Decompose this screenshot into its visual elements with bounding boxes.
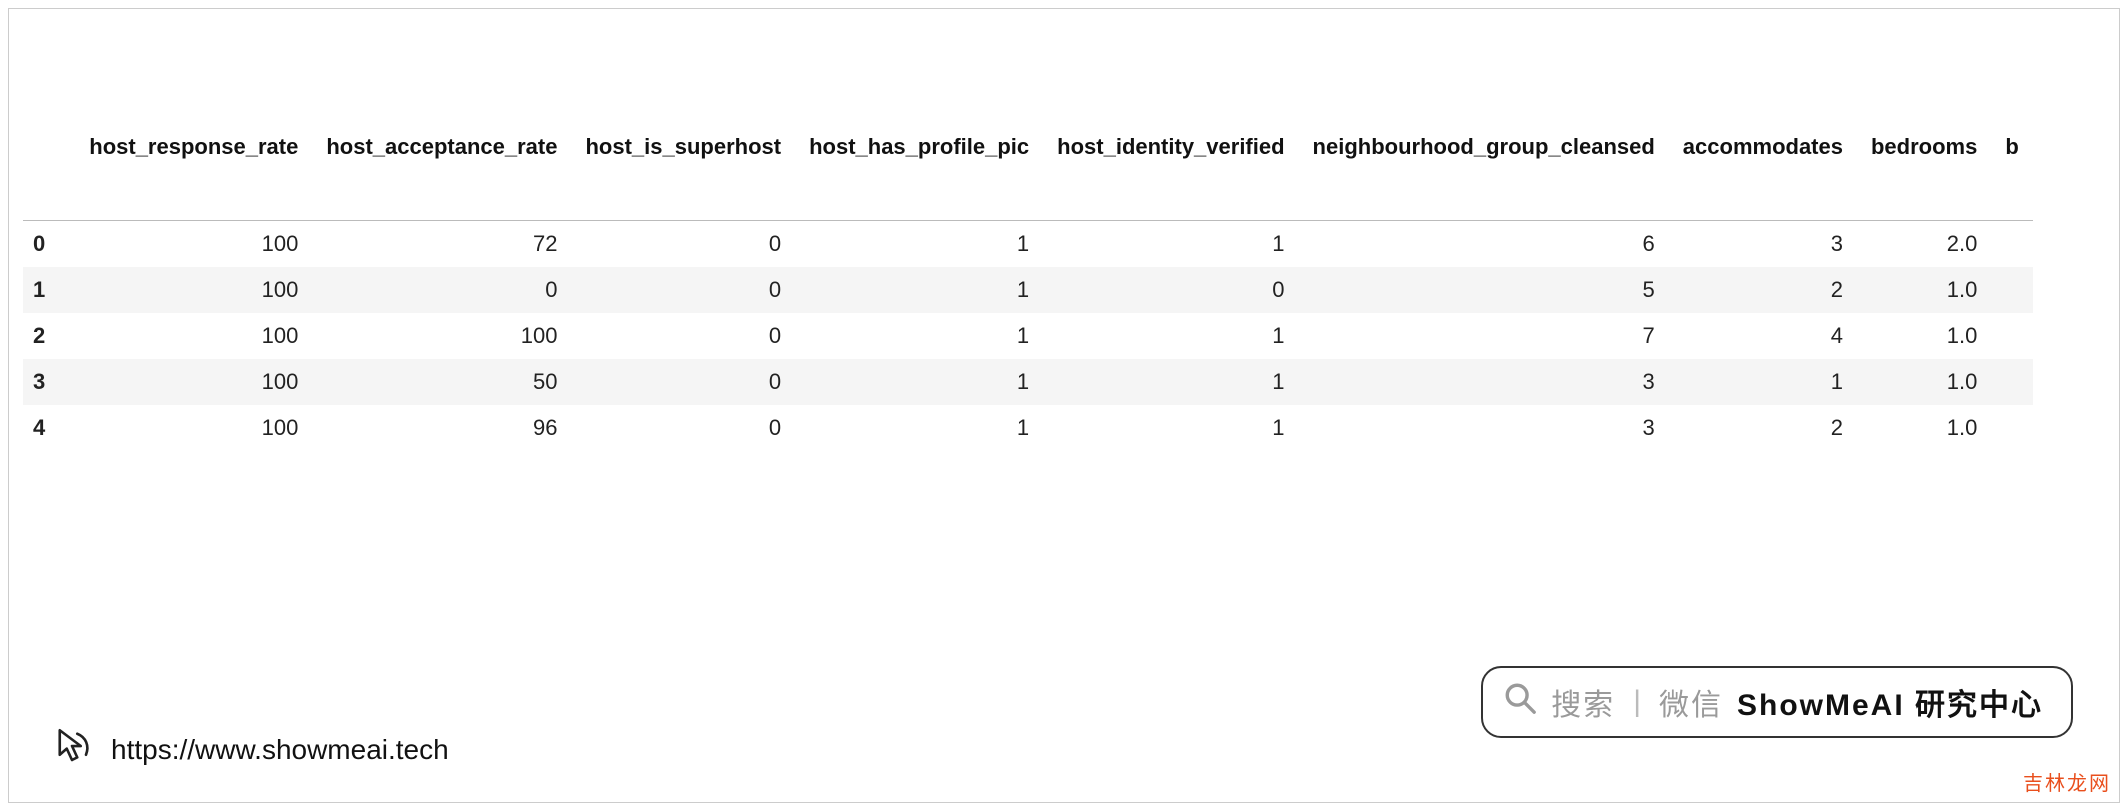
cell: 100 [75, 313, 312, 359]
cell [1991, 221, 2032, 268]
cell: 3 [1299, 405, 1669, 451]
cell: 6 [1299, 221, 1669, 268]
cell: 100 [75, 267, 312, 313]
table-row: 2 100 100 0 1 1 7 4 1.0 [23, 313, 2033, 359]
table-row: 3 100 50 0 1 1 3 1 1.0 [23, 359, 2033, 405]
table-header-row: host_response_rate host_acceptance_rate … [23, 124, 2033, 221]
cell: 0 [571, 313, 795, 359]
row-index: 1 [23, 267, 75, 313]
cell: 1 [795, 267, 1043, 313]
table-row: 0 100 72 0 1 1 6 3 2.0 [23, 221, 2033, 268]
cell: 1.0 [1857, 405, 1991, 451]
cell: 100 [75, 359, 312, 405]
cell: 1 [795, 221, 1043, 268]
col-header: host_acceptance_rate [312, 124, 571, 221]
cell: 1 [795, 313, 1043, 359]
pill-divider: | [1633, 685, 1641, 719]
cell: 96 [312, 405, 571, 451]
cell: 2 [1669, 405, 1857, 451]
row-index: 3 [23, 359, 75, 405]
cell [1991, 405, 2032, 451]
cell: 72 [312, 221, 571, 268]
cell: 0 [571, 267, 795, 313]
row-index: 4 [23, 405, 75, 451]
col-header: neighbourhood_group_cleansed [1299, 124, 1669, 221]
cell: 2.0 [1857, 221, 1991, 268]
cell: 50 [312, 359, 571, 405]
cell: 1 [1043, 221, 1298, 268]
table-row: 4 100 96 0 1 1 3 2 1.0 [23, 405, 2033, 451]
col-header: host_has_profile_pic [795, 124, 1043, 221]
cell: 3 [1669, 221, 1857, 268]
cell [1991, 313, 2032, 359]
cell: 7 [1299, 313, 1669, 359]
cell: 100 [312, 313, 571, 359]
col-header: bedrooms [1857, 124, 1991, 221]
cell: 1 [1043, 359, 1298, 405]
col-header: host_response_rate [75, 124, 312, 221]
cell: 1 [1043, 405, 1298, 451]
row-index: 0 [23, 221, 75, 268]
cell: 100 [75, 405, 312, 451]
cell: 1 [1043, 313, 1298, 359]
col-header: host_identity_verified [1043, 124, 1298, 221]
footer-url: https://www.showmeai.tech [51, 725, 449, 774]
search-label: 搜索 [1551, 680, 1615, 724]
cell: 100 [75, 221, 312, 268]
cell: 1 [795, 405, 1043, 451]
cell: 3 [1299, 359, 1669, 405]
cell: 1.0 [1857, 267, 1991, 313]
cell [1991, 267, 2032, 313]
cell: 0 [312, 267, 571, 313]
cell: 1.0 [1857, 313, 1991, 359]
dataframe-table: host_response_rate host_acceptance_rate … [23, 124, 2033, 451]
search-pill[interactable]: 搜索 | 微信 ShowMeAI 研究中心 [1481, 666, 2073, 738]
cell: 4 [1669, 313, 1857, 359]
cell: 1 [795, 359, 1043, 405]
row-index: 2 [23, 313, 75, 359]
cell: 0 [571, 221, 795, 268]
col-header: host_is_superhost [571, 124, 795, 221]
cell: 0 [571, 359, 795, 405]
cell: 0 [1043, 267, 1298, 313]
cursor-icon [51, 725, 93, 774]
dataframe-table-wrap: host_response_rate host_acceptance_rate … [23, 124, 2119, 451]
cell [1991, 359, 2032, 405]
search-brand: ShowMeAI 研究中心 [1737, 680, 2043, 724]
corner-watermark: 吉林龙网 [2023, 767, 2111, 796]
cell: 5 [1299, 267, 1669, 313]
col-header: b [1991, 124, 2032, 221]
table-row: 1 100 0 0 1 0 5 2 1.0 [23, 267, 2033, 313]
search-icon [1503, 681, 1537, 723]
table-index-header [23, 124, 75, 221]
footer-url-text: https://www.showmeai.tech [111, 734, 449, 766]
content-frame: host_response_rate host_acceptance_rate … [8, 8, 2120, 803]
col-header: accommodates [1669, 124, 1857, 221]
cell: 0 [571, 405, 795, 451]
cell: 2 [1669, 267, 1857, 313]
search-sublabel: 微信 [1659, 680, 1723, 724]
cell: 1 [1669, 359, 1857, 405]
cell: 1.0 [1857, 359, 1991, 405]
